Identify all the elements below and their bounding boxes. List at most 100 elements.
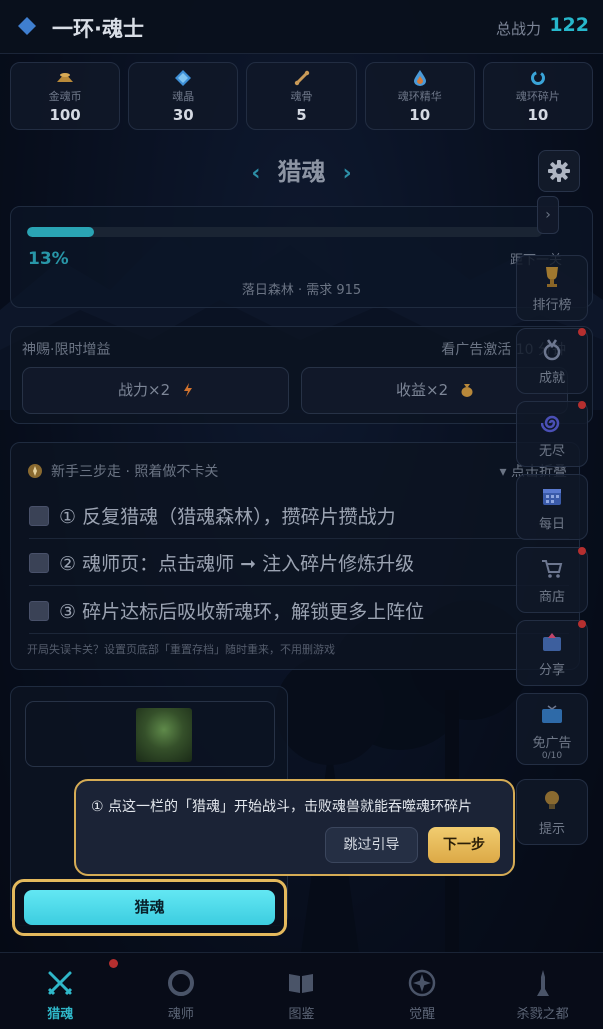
notification-dot <box>578 328 586 336</box>
nav-label: 魂师 <box>167 1007 194 1022</box>
medal-icon <box>543 339 561 361</box>
resource-value: 30 <box>172 106 194 124</box>
ring-fragment-icon <box>530 71 545 85</box>
forest-monster-image <box>136 708 192 762</box>
notification-dot <box>578 547 586 555</box>
skip-guide-button[interactable]: 跳过引导 <box>325 827 418 863</box>
side-menu-toggle[interactable]: › <box>537 196 559 234</box>
side-item-endless[interactable]: 无尽 <box>516 401 588 467</box>
side-item-daily[interactable]: 每日 <box>516 474 588 540</box>
newbie-guide-panel: 新手三步走 · 照着做不卡关 ▾ 点击折叠 ① 反复猎魂（猎魂森林），攒碎片攒战… <box>10 442 580 670</box>
nav-label: 觉醒 <box>409 1007 436 1022</box>
tooltip-text: ① 点这一栏的「猎魂」开始战斗，击败魂兽就能吞噬魂环碎片 <box>91 799 472 815</box>
step-text: ② 魂师页：点击魂师 ➞ 注入碎片修炼升级 <box>59 553 415 575</box>
hunt-button[interactable]: 猎魂 <box>24 890 275 925</box>
step-text: ③ 碎片达标后吸收新魂环，解锁更多上阵位 <box>59 601 425 623</box>
bulb-icon <box>545 791 559 809</box>
guide-step-2[interactable]: ② 魂师页：点击魂师 ➞ 注入碎片修炼升级 <box>29 540 569 586</box>
nav-tab-soul-master[interactable]: 魂师 <box>121 953 242 1029</box>
side-item-no-ads[interactable]: 免广告 0/10 <box>516 693 588 765</box>
settings-button[interactable] <box>538 150 580 192</box>
calendar-icon <box>543 489 561 505</box>
book-icon <box>289 974 314 993</box>
side-item-label: 排行榜 <box>532 298 572 313</box>
resource-value: 10 <box>409 106 431 124</box>
spiral-icon <box>541 415 560 433</box>
resource-label: 魂晶 <box>172 90 195 103</box>
nav-tab-killing-city[interactable]: 杀戮之都 <box>482 953 603 1029</box>
money-bag-icon <box>461 384 473 397</box>
diamond-icon <box>18 17 36 35</box>
stage-progress-panel: 13% 距下一关 落日森林 · 需求 915 <box>10 206 593 308</box>
side-item-tips[interactable]: 提示 <box>516 779 588 845</box>
side-item-leaderboard[interactable]: 排行榜 <box>516 255 588 321</box>
resource-ring-fragment: 魂环碎片 10 <box>482 62 594 130</box>
notification-dot <box>578 401 586 409</box>
next-step-button[interactable]: 下一步 <box>428 827 500 863</box>
progress-bar-fill <box>27 227 94 237</box>
resource-label: 金魂币 <box>48 90 82 103</box>
power-double-label: 战力×2 <box>118 381 171 399</box>
side-item-label: 提示 <box>538 822 565 837</box>
guide-title: 新手三步走 · 照着做不卡关 <box>51 464 219 480</box>
guide-footnote: 开局失误卡关？设置页底部「重置存档」随时重来，不用删游戏 <box>27 643 335 656</box>
hunt-button-highlight: 猎魂 <box>12 879 287 936</box>
nav-label: 猎魂 <box>47 1007 74 1022</box>
ring-icon <box>167 970 194 996</box>
hunt-title: 猎魂 <box>277 158 326 186</box>
step-checkbox[interactable] <box>29 600 49 621</box>
essence-drop-icon <box>413 70 426 86</box>
side-item-label: 免广告 <box>532 736 572 751</box>
next-stage-arrow[interactable]: › <box>343 161 352 186</box>
ad-counter: 0/10 <box>541 751 563 761</box>
nav-tab-codex[interactable]: 图鉴 <box>241 953 362 1029</box>
nav-label: 图鉴 <box>288 1007 315 1022</box>
bone-icon <box>294 70 309 86</box>
compass-icon <box>28 464 42 478</box>
awaken-emblem-icon <box>408 969 436 997</box>
power-double-button[interactable]: 战力×2 <box>22 367 289 414</box>
resource-bar: 金魂币 100 魂晶 30 魂骨 5 魂环精华 10 魂环碎片 10 <box>10 62 594 130</box>
step-checkbox[interactable] <box>29 505 49 526</box>
resource-gold-coins: 金魂币 100 <box>10 62 121 130</box>
crossed-swords-icon <box>48 971 73 996</box>
tv-icon <box>542 705 562 723</box>
coin-pile-icon <box>57 73 74 82</box>
side-item-shop[interactable]: 商店 <box>516 547 588 613</box>
top-header: 一环·魂士 总战力 122 <box>0 0 603 54</box>
guide-step-3[interactable]: ③ 碎片达标后吸收新魂环，解锁更多上阵位 <box>29 588 569 634</box>
nav-label: 杀戮之都 <box>516 1007 569 1022</box>
cart-icon <box>542 560 563 578</box>
side-item-achievements[interactable]: 成就 <box>516 328 588 394</box>
resource-label: 魂环碎片 <box>515 90 560 103</box>
total-power-label: 总战力 <box>495 20 541 38</box>
nav-tab-hunt[interactable]: 猎魂 <box>0 953 121 1029</box>
monster-slot <box>25 701 275 767</box>
bottom-navigation: 猎魂 魂师 图鉴 觉醒 杀戮之都 <box>0 952 603 1029</box>
step-text: ① 反复猎魂（猎魂森林），攒碎片攒战力 <box>59 506 396 528</box>
notification-dot <box>578 620 586 628</box>
resource-crystal: 魂晶 30 <box>128 62 239 130</box>
side-item-label: 商店 <box>538 590 565 605</box>
guide-header: 新手三步走 · 照着做不卡关 <box>27 461 218 481</box>
hunt-header: ‹ 猎魂 › <box>0 152 603 187</box>
gear-icon <box>548 160 570 182</box>
nav-tab-awaken[interactable]: 觉醒 <box>362 953 483 1029</box>
side-item-label: 成就 <box>538 371 565 386</box>
side-item-label: 每日 <box>538 517 565 532</box>
crystal-icon <box>175 70 192 86</box>
resource-value: 100 <box>49 106 81 124</box>
resource-value: 5 <box>296 106 307 124</box>
resource-value: 10 <box>527 106 549 124</box>
buff-panel: 神赐·限时增益 看广告激活 10 分钟 战力×2 收益×2 <box>10 326 593 424</box>
total-power-value: 122 <box>549 14 589 36</box>
prev-stage-arrow[interactable]: ‹ <box>251 161 260 186</box>
buff-title: 神赐·限时增益 <box>22 342 111 358</box>
step-checkbox[interactable] <box>29 552 49 573</box>
progress-bar <box>27 227 542 237</box>
guide-step-1[interactable]: ① 反复猎魂（猎魂森林），攒碎片攒战力 <box>29 493 569 539</box>
income-double-label: 收益×2 <box>396 381 449 399</box>
share-icon <box>543 633 561 651</box>
side-item-share[interactable]: 分享 <box>516 620 588 686</box>
tower-icon <box>536 970 549 996</box>
